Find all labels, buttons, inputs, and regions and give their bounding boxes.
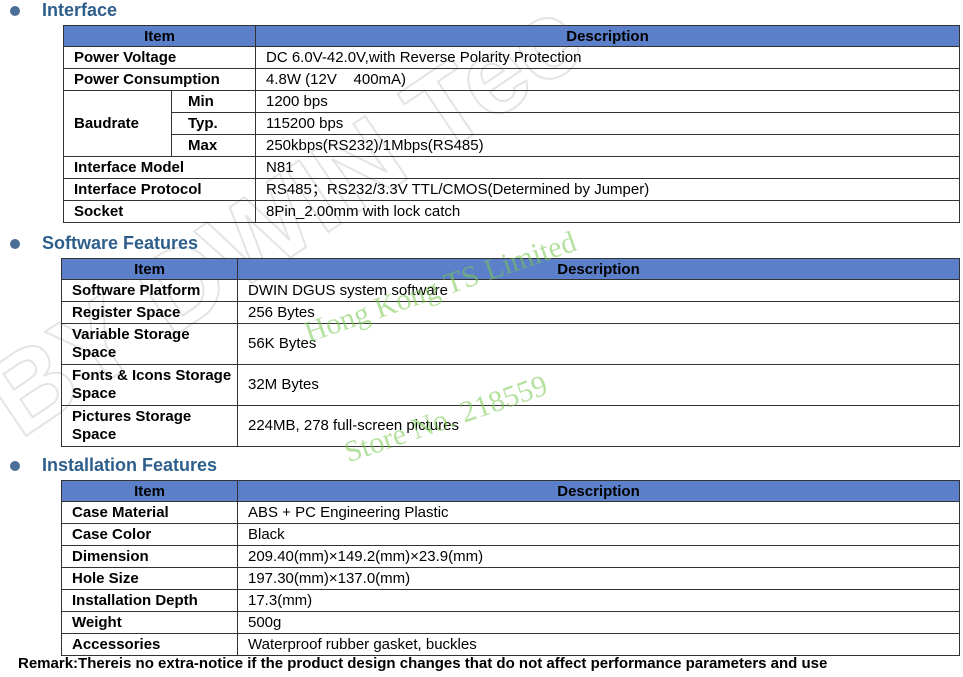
row-value: DWIN DGUS system software bbox=[237, 279, 960, 302]
section-title: Software Features bbox=[42, 233, 199, 253]
table-row: Weight 500g bbox=[61, 611, 960, 634]
table-header-row: Item Description bbox=[61, 258, 960, 280]
row-sublabel: Typ. bbox=[171, 112, 256, 135]
table-row: Register Space 256 Bytes bbox=[61, 301, 960, 324]
section-heading-installation: Installation Features bbox=[10, 455, 217, 476]
row-value: 224MB, 278 full-screen pictures bbox=[237, 405, 960, 447]
row-label: Case Color bbox=[61, 523, 238, 546]
row-value: 56K Bytes bbox=[237, 323, 960, 365]
section-title: Interface bbox=[42, 0, 118, 20]
table-row: Hole Size 197.30(mm)×137.0(mm) bbox=[61, 567, 960, 590]
row-value: 8Pin_2.00mm with lock catch bbox=[255, 200, 960, 223]
row-label: Socket bbox=[63, 200, 256, 223]
installation-table: Item Description Case Material ABS + PC … bbox=[61, 480, 960, 656]
table-row: Socket 8Pin_2.00mm with lock catch bbox=[63, 200, 960, 223]
row-label: Register Space bbox=[61, 301, 238, 324]
table-header-row: Item Description bbox=[61, 480, 960, 502]
row-value: 17.3(mm) bbox=[237, 589, 960, 612]
header-description: Description bbox=[237, 258, 960, 280]
table-header-row: Item Description bbox=[63, 25, 960, 47]
table-row: Typ. 115200 bps bbox=[64, 112, 960, 135]
row-value: DC 6.0V-42.0V,with Reverse Polarity Prot… bbox=[255, 46, 960, 69]
row-label: Case Material bbox=[61, 501, 238, 524]
table-row: Pictures Storage Space 224MB, 278 full-s… bbox=[61, 405, 960, 447]
table-row: Fonts & Icons Storage Space 32M Bytes bbox=[61, 364, 960, 406]
table-row: Power Voltage DC 6.0V-42.0V,with Reverse… bbox=[63, 46, 960, 69]
row-value: Black bbox=[237, 523, 960, 546]
header-item: Item bbox=[61, 258, 238, 280]
bullet-icon bbox=[10, 460, 20, 471]
header-description: Description bbox=[237, 480, 960, 502]
table-row: Software Platform DWIN DGUS system softw… bbox=[61, 279, 960, 302]
row-value: 32M Bytes bbox=[237, 364, 960, 406]
table-row: Variable Storage Space 56K Bytes bbox=[61, 323, 960, 365]
row-label: Pictures Storage Space bbox=[61, 405, 238, 447]
row-value: 197.30(mm)×137.0(mm) bbox=[237, 567, 960, 590]
table-row: Dimension 209.40(mm)×149.2(mm)×23.9(mm) bbox=[61, 545, 960, 568]
row-value: ABS + PC Engineering Plastic bbox=[237, 501, 960, 524]
header-item: Item bbox=[63, 25, 256, 47]
row-label: Weight bbox=[61, 611, 238, 634]
row-value: 209.40(mm)×149.2(mm)×23.9(mm) bbox=[237, 545, 960, 568]
table-row: Power Consumption 4.8W (12V 400mA) bbox=[63, 68, 960, 91]
row-label: Software Platform bbox=[61, 279, 238, 302]
row-label: Accessories bbox=[61, 633, 238, 656]
interface-table: Item Description Power Voltage DC 6.0V-4… bbox=[63, 25, 960, 223]
row-label: Interface Model bbox=[63, 156, 256, 179]
row-value: 256 Bytes bbox=[237, 301, 960, 324]
row-value: N81 bbox=[255, 156, 960, 179]
table-row: Case Color Black bbox=[61, 523, 960, 546]
section-heading-interface: Interface bbox=[10, 0, 117, 21]
row-label: Hole Size bbox=[61, 567, 238, 590]
table-row: Installation Depth 17.3(mm) bbox=[61, 589, 960, 612]
row-label: Variable Storage Space bbox=[61, 323, 238, 365]
row-value: 250kbps(RS232)/1Mbps(RS485) bbox=[255, 134, 960, 157]
row-label: Dimension bbox=[61, 545, 238, 568]
row-value: 4.8W (12V 400mA) bbox=[255, 68, 960, 91]
bullet-icon bbox=[10, 238, 20, 249]
row-label: Power Consumption bbox=[63, 68, 256, 91]
row-label: Fonts & Icons Storage Space bbox=[61, 364, 238, 406]
row-value: RS485；RS232/3.3V TTL/CMOS(Determined by … bbox=[255, 178, 960, 201]
table-row: Max 250kbps(RS232)/1Mbps(RS485) bbox=[64, 134, 960, 157]
section-title: Installation Features bbox=[42, 455, 218, 475]
row-label: Power Voltage bbox=[63, 46, 256, 69]
row-sublabel: Min bbox=[171, 90, 256, 113]
software-table: Item Description Software Platform DWIN … bbox=[61, 258, 960, 447]
bullet-icon bbox=[10, 5, 20, 16]
section-heading-software: Software Features bbox=[10, 233, 198, 254]
remark-note: Remark:Thereis no extra-notice if the pr… bbox=[18, 655, 828, 672]
row-label: Interface Protocol bbox=[63, 178, 256, 201]
table-row: Accessories Waterproof rubber gasket, bu… bbox=[61, 633, 960, 656]
table-row: Interface Model N81 bbox=[63, 156, 960, 179]
header-item: Item bbox=[61, 480, 238, 502]
row-value: 500g bbox=[237, 611, 960, 634]
row-value: 1200 bps bbox=[255, 90, 960, 113]
row-label: Installation Depth bbox=[61, 589, 238, 612]
row-label: Baudrate bbox=[63, 90, 172, 157]
table-row: Interface Protocol RS485；RS232/3.3V TTL/… bbox=[63, 178, 960, 201]
table-row: Case Material ABS + PC Engineering Plast… bbox=[61, 501, 960, 524]
row-value: 115200 bps bbox=[255, 112, 960, 135]
table-row: Baudrate Min 1200 bps bbox=[63, 90, 960, 157]
header-description: Description bbox=[255, 25, 960, 47]
row-value: Waterproof rubber gasket, buckles bbox=[237, 633, 960, 656]
row-sublabel: Max bbox=[171, 134, 256, 157]
